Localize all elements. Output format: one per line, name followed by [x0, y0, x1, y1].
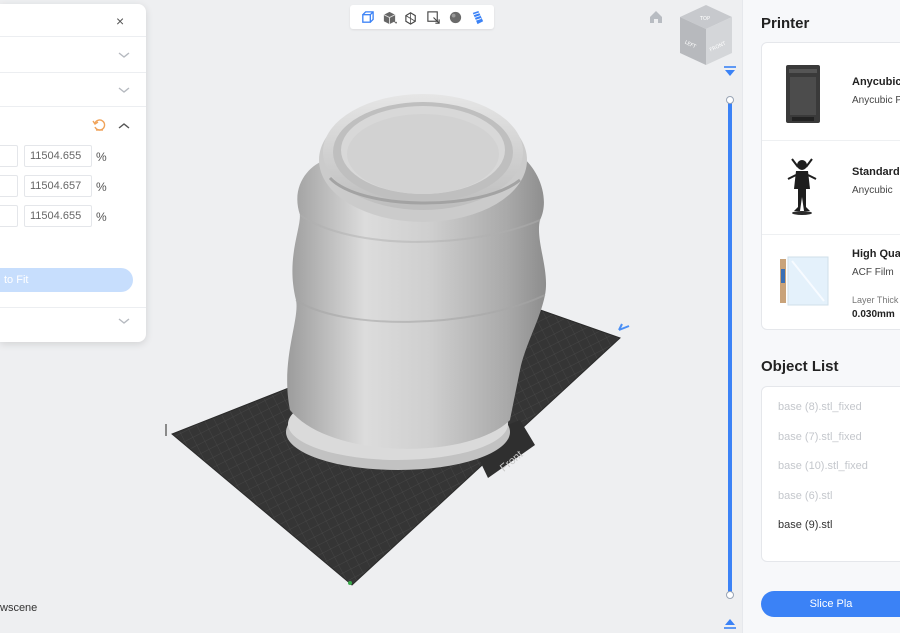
object-item-selected[interactable]: base (9).stl	[778, 519, 832, 531]
scale-y-input[interactable]: 11504.657	[24, 175, 92, 197]
size-z-input[interactable]	[0, 205, 18, 227]
chevron-up-icon[interactable]	[118, 122, 130, 130]
scale-to-fit-button[interactable]: to Fit	[0, 268, 133, 292]
scale-y-unit: %	[96, 180, 107, 194]
profile-row[interactable]: High Qual ACF Film Layer Thick 0.030mm	[762, 235, 900, 327]
scene-label: wscene	[0, 602, 38, 614]
printer-image	[786, 65, 820, 123]
printer-model: Anycubic P	[852, 95, 900, 106]
film-image	[780, 256, 829, 306]
profile-film: ACF Film	[852, 267, 894, 278]
slider-top-arrow-icon[interactable]	[723, 66, 737, 78]
chevron-down-icon[interactable]	[118, 51, 130, 59]
multi-view-icon[interactable]	[402, 8, 420, 26]
layer-thickness-label: Layer Thick	[852, 295, 899, 305]
home-icon[interactable]	[648, 9, 664, 25]
frame-select-icon[interactable]	[424, 8, 442, 26]
object-item[interactable]: base (7).stl_fixed	[778, 431, 862, 443]
layer-slider-track[interactable]	[728, 99, 732, 597]
cube-top-label: TOP	[699, 16, 710, 22]
chevron-down-icon[interactable]	[118, 86, 130, 94]
object-list: base (8).stl_fixed base (7).stl_fixed ba…	[761, 386, 900, 562]
panel-section-2[interactable]	[0, 73, 146, 107]
layer-slider-top-knob[interactable]	[726, 96, 734, 104]
resin-figure-image	[787, 158, 817, 215]
scale-z-unit: %	[96, 210, 107, 224]
object-item[interactable]: base (6).stl	[778, 490, 832, 502]
shading-icon[interactable]	[380, 8, 398, 26]
object-item[interactable]: base (10).stl_fixed	[778, 460, 868, 472]
chevron-down-icon[interactable]	[118, 317, 130, 325]
profile-name: High Qual	[852, 248, 900, 260]
slice-button-label: Slice Pla	[809, 598, 853, 610]
slider-bottom-arrow-icon[interactable]	[723, 617, 737, 629]
reset-icon[interactable]	[92, 118, 106, 132]
panel-header: ×	[0, 4, 146, 37]
panel-section-1[interactable]	[0, 37, 146, 73]
fit-button-label: to Fit	[4, 274, 29, 286]
size-y-input[interactable]	[0, 175, 18, 197]
layer-thickness-value: 0.030mm	[852, 309, 895, 320]
sphere-icon[interactable]	[446, 8, 464, 26]
resin-row[interactable]: Standard Anycubic	[762, 141, 900, 235]
resin-name: Standard	[852, 166, 900, 178]
size-x-input[interactable]	[0, 145, 18, 167]
slice-plate-button[interactable]: Slice Pla	[761, 591, 900, 617]
scale-z-input[interactable]: 11504.655	[24, 205, 92, 227]
printer-card: Anycubic Anycubic P Standard Anycubic Hi…	[761, 42, 900, 330]
printer-name: Anycubic	[852, 76, 900, 88]
resin-brand: Anycubic	[852, 185, 893, 196]
scale-panel: × 11504.655 % 11504.657 % 11504.655 % to…	[0, 4, 146, 342]
jar-model[interactable]	[286, 94, 547, 470]
scale-x-unit: %	[96, 150, 107, 164]
layers-icon[interactable]	[468, 8, 486, 26]
object-list-title: Object List	[761, 358, 839, 375]
close-icon[interactable]: ×	[116, 14, 124, 28]
view-cube[interactable]: TOP LEFT FRONT	[676, 3, 736, 67]
printer-title: Printer	[761, 15, 810, 32]
printer-row[interactable]: Anycubic Anycubic P	[762, 47, 900, 141]
right-sidebar: Printer Anycubic Anycubic P Standard Any…	[742, 0, 900, 633]
view-toolbar	[350, 5, 494, 29]
scale-x-input[interactable]: 11504.655	[24, 145, 92, 167]
object-item[interactable]: base (8).stl_fixed	[778, 401, 862, 413]
layer-slider-bottom-knob[interactable]	[726, 591, 734, 599]
perspective-icon[interactable]	[358, 8, 376, 26]
